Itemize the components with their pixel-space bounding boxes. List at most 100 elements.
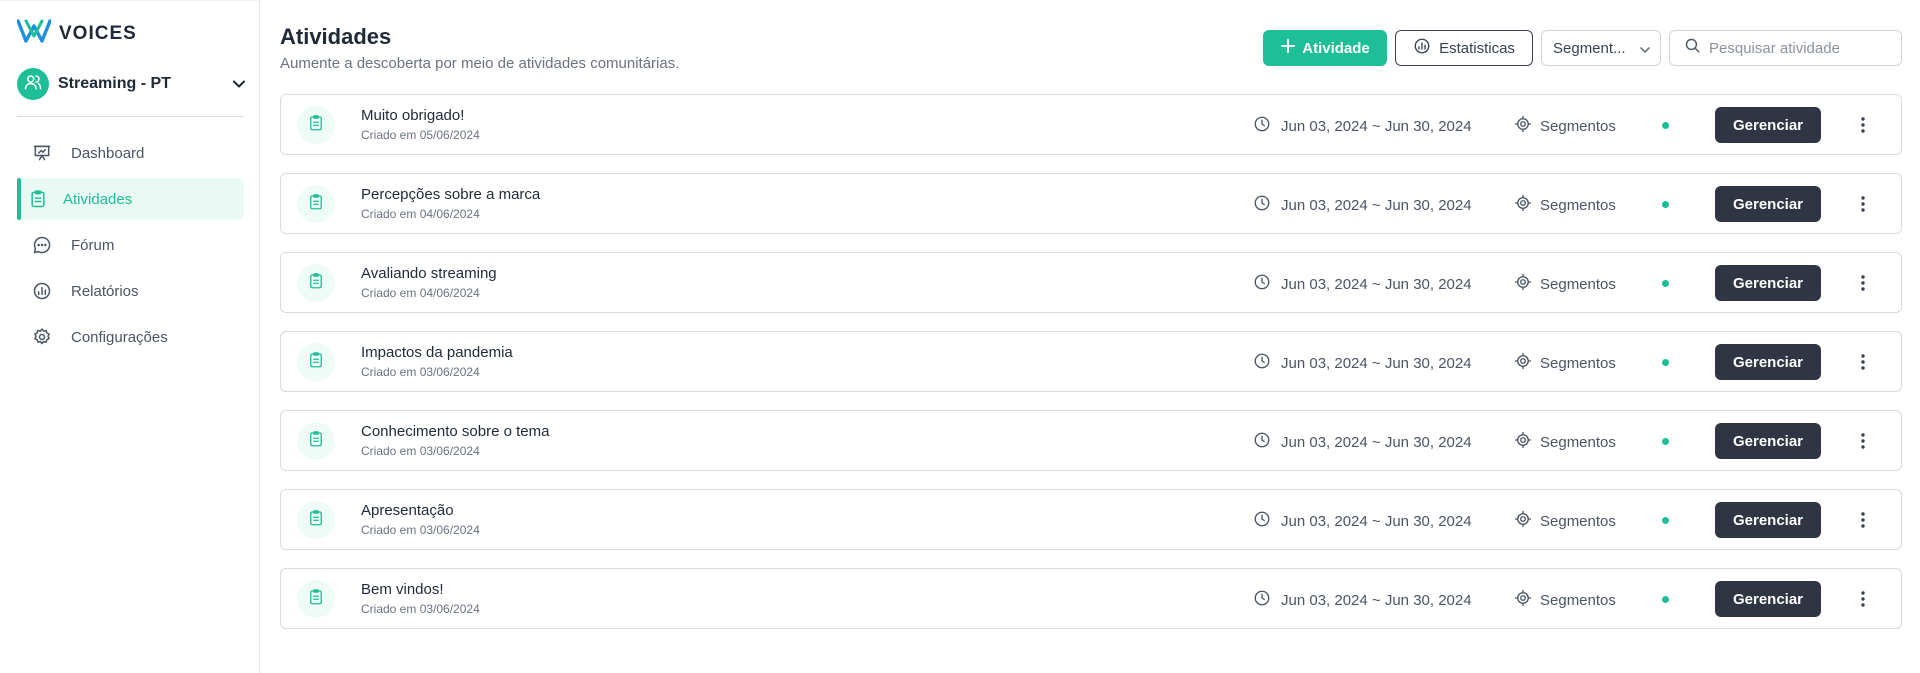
activity-title[interactable]: Muito obrigado! (361, 107, 464, 124)
manage-button[interactable]: Gerenciar (1715, 107, 1821, 143)
activity-created-date: Criado em 04/06/2024 (361, 286, 480, 300)
activity-segments[interactable]: Segmentos (1514, 431, 1616, 453)
target-icon (1514, 273, 1532, 295)
sidebar-divider (17, 116, 244, 117)
users-icon (24, 73, 42, 96)
manage-button[interactable]: Gerenciar (1715, 265, 1821, 301)
clipboard-icon (307, 193, 325, 216)
logo[interactable]: VOICES (16, 18, 137, 49)
status-dot (1662, 280, 1669, 287)
more-options-icon[interactable] (1851, 191, 1875, 217)
date-range-text: Jun 03, 2024 ~ Jun 30, 2024 (1281, 512, 1472, 530)
manage-button[interactable]: Gerenciar (1715, 423, 1821, 459)
app-name: VOICES (59, 22, 137, 44)
gear-icon (31, 326, 53, 348)
activity-segments[interactable]: Segmentos (1514, 510, 1616, 532)
sidebar-item-dashboard[interactable]: Dashboard (17, 132, 244, 174)
date-range-text: Jun 03, 2024 ~ Jun 30, 2024 (1281, 433, 1472, 451)
date-range-text: Jun 03, 2024 ~ Jun 30, 2024 (1281, 275, 1472, 293)
activity-title[interactable]: Bem vindos! (361, 581, 444, 598)
page-title: Atividades (280, 24, 392, 49)
community-selector[interactable]: Streaming - PT (17, 68, 247, 100)
sidebar-item-label: Fórum (71, 236, 115, 254)
manage-button[interactable]: Gerenciar (1715, 581, 1821, 617)
sidebar-item-configuracoes[interactable]: Configurações (17, 316, 244, 358)
activity-icon (297, 185, 335, 223)
activity-date-range: Jun 03, 2024 ~ Jun 30, 2024 (1253, 273, 1472, 295)
statistics-button[interactable]: Estatisticas (1395, 30, 1533, 66)
target-icon (1514, 510, 1532, 532)
target-icon (1514, 115, 1532, 137)
clock-icon (1253, 115, 1271, 137)
activity-title[interactable]: Impactos da pandemia (361, 344, 513, 361)
clipboard-icon (27, 188, 49, 210)
activity-segments[interactable]: Segmentos (1514, 194, 1616, 216)
manage-button[interactable]: Gerenciar (1715, 344, 1821, 380)
search-box[interactable] (1669, 30, 1902, 66)
segment-select[interactable]: Segment... (1541, 30, 1661, 66)
activity-segments[interactable]: Segmentos (1514, 273, 1616, 295)
clipboard-icon (307, 430, 325, 453)
presentation-icon (31, 142, 53, 164)
sidebar-item-label: Configurações (71, 328, 168, 346)
clock-icon (1253, 273, 1271, 295)
search-input[interactable] (1709, 39, 1889, 57)
chevron-down-icon[interactable] (231, 76, 247, 97)
status-dot (1662, 201, 1669, 208)
sidebar-item-relatorios[interactable]: Relatórios (17, 270, 244, 312)
more-options-icon[interactable] (1851, 112, 1875, 138)
chat-bubble-icon (31, 234, 53, 256)
sidebar: VOICES Streaming - PT Dashboard Atividad… (0, 0, 260, 673)
date-range-text: Jun 03, 2024 ~ Jun 30, 2024 (1281, 354, 1472, 372)
status-dot (1662, 517, 1669, 524)
new-activity-label: Atividade (1302, 39, 1370, 57)
manage-button[interactable]: Gerenciar (1715, 186, 1821, 222)
activity-title[interactable]: Percepções sobre a marca (361, 186, 540, 203)
activity-row: Apresentação Criado em 03/06/2024 Jun 03… (280, 489, 1902, 550)
activity-date-range: Jun 03, 2024 ~ Jun 30, 2024 (1253, 510, 1472, 532)
new-activity-button[interactable]: Atividade (1263, 30, 1387, 66)
target-icon (1514, 194, 1532, 216)
activity-title[interactable]: Apresentação (361, 502, 454, 519)
sidebar-item-forum[interactable]: Fórum (17, 224, 244, 266)
main-content: Atividades Aumente a descoberta por meio… (280, 0, 1902, 673)
activity-date-range: Jun 03, 2024 ~ Jun 30, 2024 (1253, 589, 1472, 611)
more-options-icon[interactable] (1851, 349, 1875, 375)
activity-row: Conhecimento sobre o tema Criado em 03/0… (280, 410, 1902, 471)
activity-row: Muito obrigado! Criado em 05/06/2024 Jun… (280, 94, 1902, 155)
more-options-icon[interactable] (1851, 586, 1875, 612)
segments-text: Segmentos (1540, 354, 1616, 372)
activity-created-date: Criado em 05/06/2024 (361, 128, 480, 142)
voices-logo-icon (16, 18, 52, 49)
status-dot (1662, 596, 1669, 603)
activity-segments[interactable]: Segmentos (1514, 352, 1616, 374)
date-range-text: Jun 03, 2024 ~ Jun 30, 2024 (1281, 591, 1472, 609)
status-dot (1662, 122, 1669, 129)
activity-date-range: Jun 03, 2024 ~ Jun 30, 2024 (1253, 431, 1472, 453)
activity-title[interactable]: Avaliando streaming (361, 265, 497, 282)
activity-created-date: Criado em 03/06/2024 (361, 523, 480, 537)
activity-date-range: Jun 03, 2024 ~ Jun 30, 2024 (1253, 115, 1472, 137)
more-options-icon[interactable] (1851, 507, 1875, 533)
activity-segments[interactable]: Segmentos (1514, 589, 1616, 611)
segments-text: Segmentos (1540, 591, 1616, 609)
date-range-text: Jun 03, 2024 ~ Jun 30, 2024 (1281, 117, 1472, 135)
activity-segments[interactable]: Segmentos (1514, 115, 1616, 137)
segments-text: Segmentos (1540, 196, 1616, 214)
sidebar-item-label: Relatórios (71, 282, 139, 300)
clock-icon (1253, 431, 1271, 453)
more-options-icon[interactable] (1851, 428, 1875, 454)
date-range-text: Jun 03, 2024 ~ Jun 30, 2024 (1281, 196, 1472, 214)
activity-title[interactable]: Conhecimento sobre o tema (361, 423, 549, 440)
report-chart-icon (1413, 37, 1431, 59)
activity-created-date: Criado em 03/06/2024 (361, 444, 480, 458)
clipboard-icon (307, 588, 325, 611)
target-icon (1514, 352, 1532, 374)
activity-row: Impactos da pandemia Criado em 03/06/202… (280, 331, 1902, 392)
sidebar-item-label: Dashboard (71, 144, 145, 162)
sidebar-item-atividades[interactable]: Atividades (17, 178, 244, 220)
activity-created-date: Criado em 04/06/2024 (361, 207, 480, 221)
activity-created-date: Criado em 03/06/2024 (361, 365, 480, 379)
more-options-icon[interactable] (1851, 270, 1875, 296)
manage-button[interactable]: Gerenciar (1715, 502, 1821, 538)
